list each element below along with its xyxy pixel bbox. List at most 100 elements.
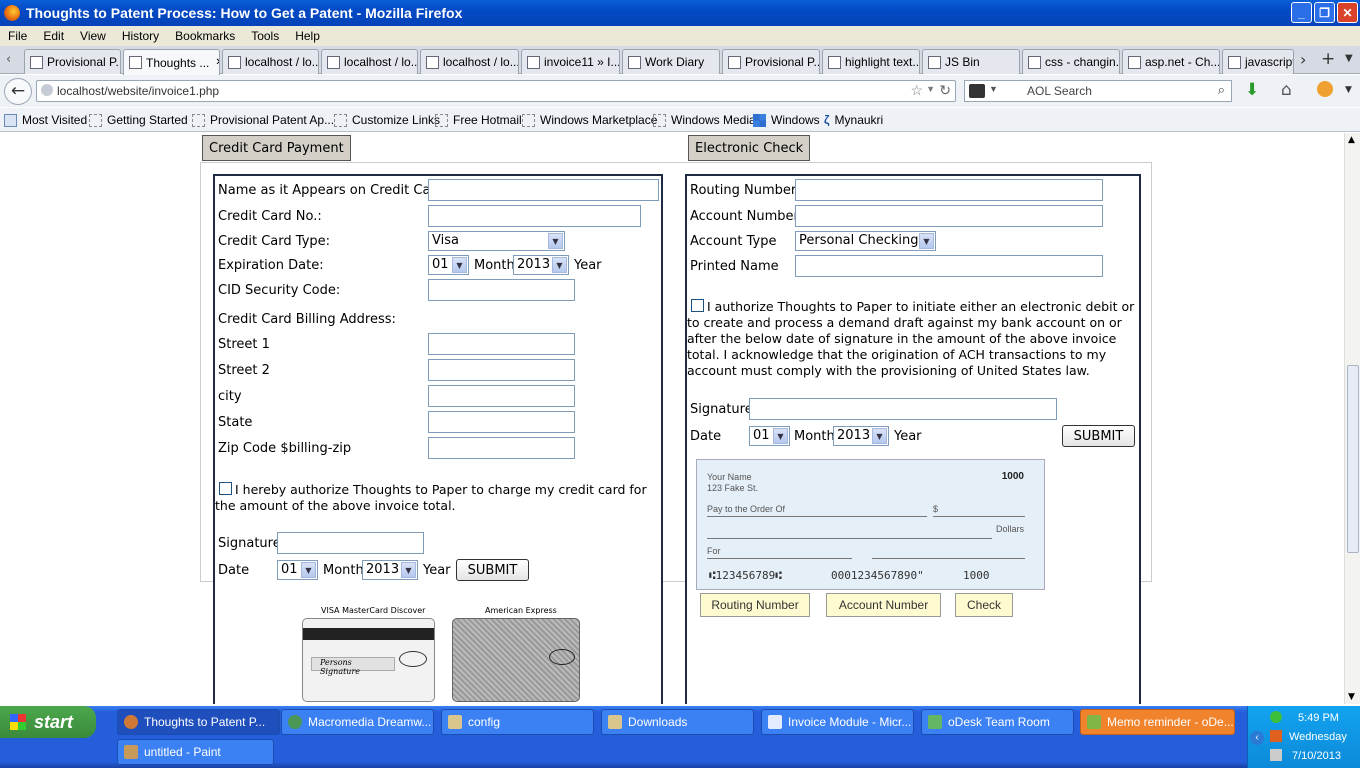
tab-highlight[interactable]: highlight text... xyxy=(822,49,920,74)
download-icon[interactable]: ⬇ xyxy=(1245,80,1259,100)
bookmark-getting-started[interactable]: Getting Started xyxy=(89,113,188,127)
credit-card-section-tab[interactable]: Credit Card Payment xyxy=(202,135,351,161)
credit-date-month-select[interactable]: 01 ▼ xyxy=(277,560,318,580)
search-icon[interactable]: ⌕ xyxy=(1218,82,1225,98)
pma-icon xyxy=(228,55,241,69)
tray-volume-icon[interactable] xyxy=(1270,749,1282,761)
bookmark-windows[interactable]: Windows xyxy=(753,113,820,127)
tab-work-diary[interactable]: Work Diary xyxy=(622,49,720,74)
month-label: Month xyxy=(794,429,835,444)
menu-bookmarks[interactable]: Bookmarks xyxy=(167,29,243,43)
credit-date-year-select[interactable]: 2013 ▼ xyxy=(362,560,418,580)
new-tab-icon[interactable]: + xyxy=(1321,49,1335,69)
tray-app-icon[interactable] xyxy=(1270,730,1282,742)
menu-tools[interactable]: Tools xyxy=(243,29,287,43)
tab-localhost-1[interactable]: localhost / lo... xyxy=(222,49,319,74)
electronic-check-section-tab[interactable]: Electronic Check xyxy=(688,135,811,161)
menu-help[interactable]: Help xyxy=(287,29,328,43)
tab-localhost-3[interactable]: localhost / lo... xyxy=(420,49,519,74)
tab-aspnet[interactable]: asp.net - Ch... xyxy=(1122,49,1220,74)
tab-list-icon[interactable]: ▼ xyxy=(1345,53,1353,64)
tab-thoughts[interactable]: Thoughts ...✕ xyxy=(123,49,220,75)
billing-address-label: Credit Card Billing Address: xyxy=(218,312,396,327)
zip-input[interactable] xyxy=(428,437,575,459)
routing-number-input[interactable] xyxy=(795,179,1103,201)
maximize-button[interactable]: ❐ xyxy=(1314,2,1335,23)
scroll-up-icon[interactable]: ▲ xyxy=(1348,135,1355,145)
taskbar-item-downloads[interactable]: Downloads xyxy=(601,709,754,735)
history-dropdown-icon[interactable]: ▼ xyxy=(926,84,935,94)
close-button[interactable]: ✕ xyxy=(1337,2,1358,23)
name-on-card-input[interactable] xyxy=(428,179,659,201)
url-bar[interactable]: localhost/website/invoice1.php ☆ ▼ ↻ xyxy=(36,80,956,102)
taskbar-item-memo-reminder[interactable]: Memo reminder - oDe... xyxy=(1080,709,1235,735)
cid-label: CID Security Code: xyxy=(218,283,341,298)
taskbar-item-paint[interactable]: untitled - Paint xyxy=(117,739,274,765)
state-input[interactable] xyxy=(428,411,575,433)
credit-signature-input[interactable] xyxy=(277,532,424,554)
card-type-select[interactable]: Visa ▼ xyxy=(428,231,565,251)
bookmark-windows-marketplace[interactable]: Windows Marketplace xyxy=(522,113,657,127)
tab-scroll-left-icon[interactable]: ‹ xyxy=(6,52,11,67)
echeck-signature-input[interactable] xyxy=(749,398,1057,420)
menu-view[interactable]: View xyxy=(72,29,114,43)
taskbar-item-odesk-team-room[interactable]: oDesk Team Room xyxy=(921,709,1074,735)
tab-invoice11[interactable]: invoice11 » I... xyxy=(521,49,620,74)
scrollbar-thumb[interactable] xyxy=(1347,365,1359,553)
vertical-scrollbar[interactable]: ▲ ▼ xyxy=(1344,133,1360,704)
bookmark-mynaukri[interactable]: ζ Mynaukri xyxy=(824,113,883,127)
tab-scroll-right-icon[interactable]: › xyxy=(1300,50,1306,69)
bookmark-free-hotmail[interactable]: Free Hotmail xyxy=(435,113,522,127)
city-input[interactable] xyxy=(428,385,575,407)
folder-icon xyxy=(448,715,462,729)
search-engine-dropdown-icon[interactable]: ▼ xyxy=(989,84,998,94)
cid-input[interactable] xyxy=(428,279,575,301)
street1-input[interactable] xyxy=(428,333,575,355)
taskbar-item-invoice-module[interactable]: Invoice Module - Micr... xyxy=(761,709,914,735)
reload-icon[interactable]: ↻ xyxy=(939,82,951,99)
tab-provisional-2[interactable]: Provisional P... xyxy=(722,49,820,74)
taskbar-item-config[interactable]: config xyxy=(441,709,594,735)
tab-css[interactable]: css - changin... xyxy=(1022,49,1120,74)
echeck-date-year-select[interactable]: 2013 ▼ xyxy=(833,426,889,446)
minimize-button[interactable]: _ xyxy=(1291,2,1312,23)
back-button[interactable]: ← xyxy=(4,78,32,105)
echeck-submit-button[interactable]: SUBMIT xyxy=(1062,425,1135,447)
exp-year-select[interactable]: 2013 ▼ xyxy=(513,255,569,275)
pma-icon xyxy=(327,55,340,69)
bookmark-most-visited[interactable]: Most Visited xyxy=(4,113,87,127)
clock-time[interactable]: 5:49 PM xyxy=(1298,712,1339,724)
tab-close-icon[interactable]: ✕ xyxy=(215,57,219,68)
credit-submit-button[interactable]: SUBMIT xyxy=(456,559,529,581)
tray-expand-icon[interactable]: ‹ xyxy=(1250,731,1264,745)
printed-name-input[interactable] xyxy=(795,255,1103,277)
bookmark-star-icon[interactable]: ☆ xyxy=(910,82,923,99)
menu-dropdown-icon[interactable]: ▼ xyxy=(1345,85,1352,95)
network-icon[interactable] xyxy=(1270,711,1282,723)
tab-localhost-2[interactable]: localhost / lo... xyxy=(321,49,418,74)
start-button[interactable]: start xyxy=(0,706,96,738)
tab-jsbin[interactable]: JS Bin xyxy=(922,49,1020,74)
bookmark-customize-links[interactable]: Customize Links xyxy=(334,113,440,127)
street2-input[interactable] xyxy=(428,359,575,381)
menu-edit[interactable]: Edit xyxy=(35,29,72,43)
tab-javascript[interactable]: javascript xyxy=(1222,49,1294,74)
account-number-input[interactable] xyxy=(795,205,1103,227)
tab-provisional-1[interactable]: Provisional P... xyxy=(24,49,121,74)
search-input[interactable]: ▼ AOL Search ⌕ xyxy=(964,80,1232,102)
bookmark-windows-media[interactable]: Windows Media xyxy=(653,113,756,127)
home-icon[interactable]: ⌂ xyxy=(1281,80,1292,100)
taskbar-item-dreamweaver[interactable]: Macromedia Dreamw... xyxy=(281,709,434,735)
bookmark-provisional-patent[interactable]: Provisional Patent Ap... xyxy=(192,113,334,127)
menu-file[interactable]: File xyxy=(0,29,35,43)
addon-icon[interactable] xyxy=(1317,81,1333,97)
menu-history[interactable]: History xyxy=(114,29,167,43)
callout-routing-number: Routing Number xyxy=(700,593,810,617)
taskbar-item-firefox[interactable]: Thoughts to Patent P... xyxy=(117,709,280,735)
exp-month-select[interactable]: 01 ▼ xyxy=(428,255,469,275)
amex-card-image xyxy=(452,618,580,702)
account-type-select[interactable]: Personal Checking ▼ xyxy=(795,231,936,251)
scroll-down-icon[interactable]: ▼ xyxy=(1348,692,1355,702)
card-number-input[interactable] xyxy=(428,205,641,227)
echeck-date-month-select[interactable]: 01 ▼ xyxy=(749,426,790,446)
